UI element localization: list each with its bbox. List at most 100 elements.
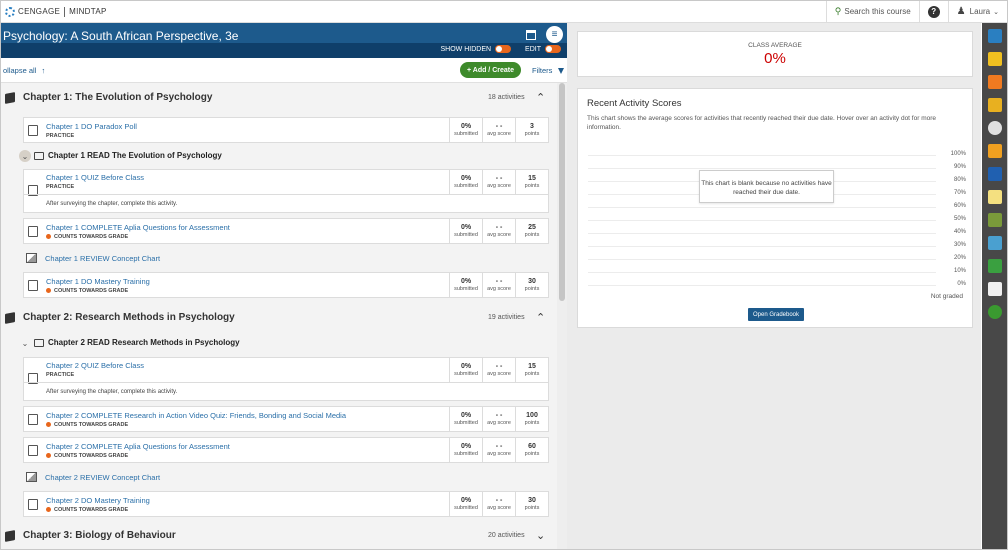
activity-note: After surveying the chapter, complete th… (24, 194, 548, 213)
chapter-header[interactable]: Chapter 3: Biology of Behaviour 20 activ… (1, 523, 557, 549)
ring-app-icon[interactable] (988, 305, 1002, 319)
activity-link[interactable]: Chapter 1 REVIEW Concept Chart (45, 254, 160, 263)
y-axis-tick-label: 10% (953, 268, 966, 274)
chevron-down-icon[interactable]: ⌄ (19, 150, 31, 162)
open-gradebook-button[interactable]: Open Gradebook (748, 308, 804, 321)
activity-link[interactable]: Chapter 1 DO Mastery Training (46, 277, 150, 286)
chevron-down-icon[interactable]: ⌄ (536, 529, 545, 542)
rss-app-icon[interactable] (988, 75, 1002, 89)
chapter-title: Chapter 1: The Evolution of Psychology (23, 92, 213, 103)
chevron-up-icon[interactable]: ⌃ (536, 91, 545, 104)
folder-row[interactable]: ⌄ Chapter 1 READ The Evolution of Psycho… (19, 148, 539, 166)
message-app-icon[interactable] (988, 282, 1002, 296)
filter-icon (557, 68, 564, 75)
globe-app-icon[interactable] (988, 236, 1002, 250)
avg-score-label: avg score (487, 505, 511, 511)
activity-tag: COUNTS TOWARDS GRADE (46, 422, 128, 428)
folder-icon (34, 152, 44, 160)
help-button[interactable]: ? (918, 0, 948, 23)
collapse-all-link[interactable]: ollapse all ↑ (3, 66, 45, 75)
points-value: 3 (530, 123, 534, 130)
activity-row[interactable]: Chapter 2 COMPLETE Research in Action Vi… (23, 406, 549, 432)
activity-link[interactable]: Chapter 2 DO Mastery Training (46, 496, 150, 505)
submitted-label: submitted (454, 286, 478, 292)
activity-link[interactable]: Chapter 1 QUIZ Before Class (46, 173, 144, 182)
show-hidden-toggle[interactable] (495, 45, 512, 53)
chapter-title: Chapter 2: Research Methods in Psycholog… (23, 312, 235, 323)
chapter-header[interactable]: Chapter 2: Research Methods in Psycholog… (1, 305, 557, 331)
avg-score-label: avg score (487, 232, 511, 238)
user-menu[interactable]: ♟ Laura ⌄ (947, 0, 1007, 23)
top-bar: CENGAGE MINDTAP ⚲ Search this course ? ♟… (1, 0, 1007, 23)
user-icon: ♟ (956, 5, 966, 17)
notebook-app-icon[interactable] (988, 167, 1002, 181)
activity-row[interactable]: Chapter 1 DO Paradox Poll PRACTICE 0% sub… (23, 117, 549, 143)
activity-link[interactable]: Chapter 1 COMPLETE Aplia Questions for A… (46, 223, 230, 232)
submitted-value: 0% (460, 363, 472, 370)
submitted-label: submitted (454, 371, 478, 377)
activity-tag-label: COUNTS TOWARDS GRADE (54, 453, 129, 459)
submitted-value: 0% (460, 123, 472, 130)
activity-link[interactable]: Chapter 2 COMPLETE Research in Action Vi… (46, 411, 346, 420)
edit-toggle[interactable] (545, 45, 561, 53)
brand-divider (64, 6, 66, 17)
activity-row[interactable]: Chapter 2 QUIZ Before Class PRACTICE 0% s… (23, 357, 549, 401)
recent-activity-description: This chart shows the average scores for … (587, 115, 936, 131)
activity-tag-label: COUNTS TOWARDS GRADE (54, 422, 129, 428)
points-label: points (524, 286, 540, 292)
activity-link[interactable]: Chapter 2 QUIZ Before Class (46, 361, 144, 370)
avg-score-label: avg score (487, 420, 511, 426)
activity-row[interactable]: Chapter 1 DO Mastery Training COUNTS TOW… (23, 272, 549, 298)
activity-list-scrollbar[interactable] (557, 83, 567, 549)
search-course-button[interactable]: ⚲ Search this course (825, 0, 919, 23)
user-name: Laura (969, 7, 991, 16)
timer-app-icon[interactable] (988, 121, 1002, 135)
chevron-down-icon: ⌄ (993, 8, 999, 16)
filters-button[interactable]: Filters (532, 66, 564, 75)
pen-app-icon[interactable] (988, 52, 1002, 66)
chapter-header[interactable]: Chapter 1: The Evolution of Psychology 1… (1, 85, 557, 111)
folder-row[interactable]: ⌄ Chapter 2 READ Research Methods in Psy… (19, 335, 539, 353)
points-value: 100 (526, 412, 538, 419)
dictionary-app-icon[interactable] (988, 98, 1002, 112)
board-app-icon[interactable] (988, 259, 1002, 273)
class-average-label: CLASS AVERAGE (748, 42, 802, 49)
chevron-down-icon[interactable]: ⌄ (19, 337, 31, 349)
activity-link[interactable]: Chapter 2 COMPLETE Aplia Questions for A… (46, 442, 230, 451)
points-label: points (524, 371, 540, 377)
action-bar: ollapse all ↑ + Add / Create Filters (1, 58, 567, 83)
brand-logo[interactable]: CENGAGE MINDTAP (1, 6, 107, 17)
activity-row[interactable]: Chapter 2 COMPLETE Aplia Questions for A… (23, 437, 549, 463)
chapter-activity-count: 20 activities (488, 532, 525, 539)
scrollbar-thumb[interactable] (559, 83, 565, 301)
activity-row[interactable]: Chapter 1 COMPLETE Aplia Questions for A… (23, 218, 549, 244)
activity-link[interactable]: Chapter 2 REVIEW Concept Chart (45, 473, 160, 482)
activity-doc-icon (28, 445, 38, 456)
activity-link[interactable]: Chapter 1 DO Paradox Poll (46, 122, 137, 131)
search-label: Search this course (844, 7, 911, 16)
folder-title: Chapter 2 READ Research Methods in Psych… (48, 338, 240, 347)
grade-dot-icon (46, 453, 51, 459)
chart-gridline (588, 285, 936, 286)
add-create-button[interactable]: + Add / Create (460, 62, 521, 78)
chevron-up-icon[interactable]: ⌃ (536, 311, 545, 324)
activity-row[interactable]: Chapter 2 DO Mastery Training COUNTS TOW… (23, 491, 549, 517)
chapter-title: Chapter 3: Biology of Behaviour (23, 530, 176, 541)
calendar-view-icon[interactable] (526, 29, 536, 40)
chart-gridline (588, 272, 936, 273)
concept-chart-row[interactable]: Chapter 1 REVIEW Concept Chart (23, 250, 549, 266)
cloud-app-icon[interactable] (988, 29, 1002, 43)
avg-score-label: avg score (487, 183, 511, 189)
list-view-icon[interactable]: ≡ (546, 26, 563, 43)
note-app-icon[interactable] (988, 190, 1002, 204)
chart-gridline (588, 259, 936, 260)
submitted-label: submitted (454, 183, 478, 189)
activity-list: Chapter 1: The Evolution of Psychology 1… (1, 83, 557, 549)
activity-doc-icon (28, 280, 38, 291)
badge-app-icon[interactable] (988, 144, 1002, 158)
concept-chart-row[interactable]: Chapter 2 REVIEW Concept Chart (23, 469, 549, 485)
submitted-label: submitted (454, 232, 478, 238)
activity-row[interactable]: Chapter 1 QUIZ Before Class PRACTICE 0% s… (23, 169, 549, 213)
share-app-icon[interactable] (988, 213, 1002, 227)
activity-tag: COUNTS TOWARDS GRADE (46, 288, 128, 294)
